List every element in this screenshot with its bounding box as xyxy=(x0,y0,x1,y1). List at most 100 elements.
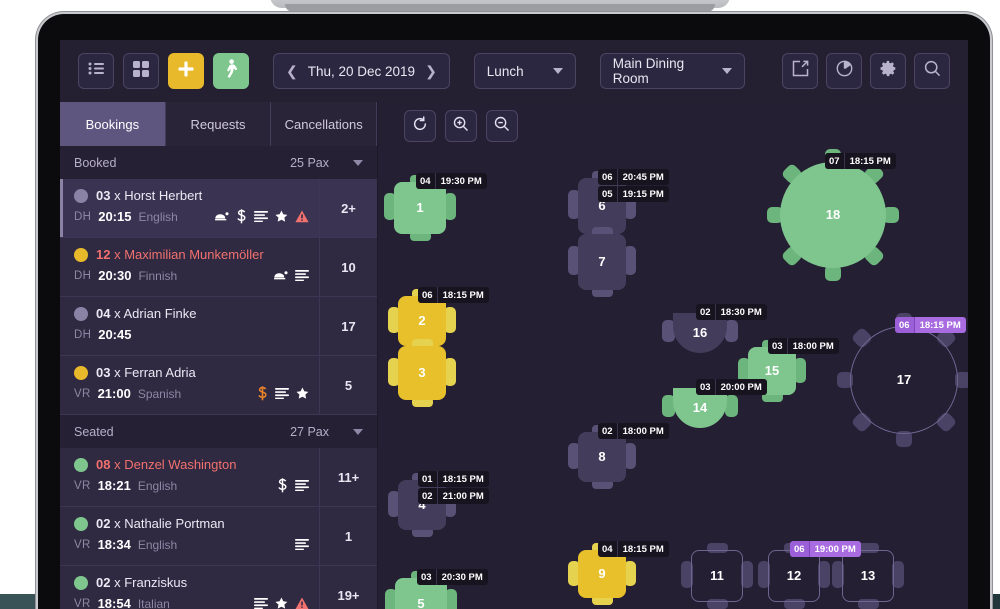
floor-table-7[interactable]: 7 xyxy=(568,227,636,297)
edit-button[interactable] xyxy=(782,53,818,89)
notes-icon[interactable] xyxy=(295,539,309,550)
table-reservation-chip[interactable]: 03 20:00 PM xyxy=(696,379,767,395)
chip-time: 21:00 PM xyxy=(437,488,489,504)
table-reservation-chip[interactable]: 02 21:00 PM xyxy=(418,488,489,504)
table-reservation-chip[interactable]: 04 19:30 PM xyxy=(416,173,487,189)
chevron-down-icon xyxy=(552,68,563,74)
group-title: Booked xyxy=(74,155,117,170)
floor-table-9[interactable]: 9 xyxy=(568,543,636,605)
reports-button[interactable] xyxy=(826,53,862,89)
chip-pax: 03 xyxy=(696,379,716,395)
floor-table-1[interactable]: 1 xyxy=(384,175,456,241)
booking-time: 18:54 xyxy=(97,596,131,609)
party-size: 08 xyxy=(96,457,111,472)
booking-row[interactable]: 02 x Franziskus VR 18:54 Italian 19+ xyxy=(60,566,377,609)
chip-pax: 02 xyxy=(598,423,618,439)
notes-icon[interactable] xyxy=(254,598,268,609)
table-assignment[interactable]: 17 xyxy=(319,297,377,355)
notes-icon[interactable] xyxy=(295,270,309,281)
dollar-icon[interactable] xyxy=(236,209,247,224)
tab-cancellations[interactable]: Cancellations xyxy=(271,102,378,146)
floor-table-17[interactable]: 17 xyxy=(837,313,968,447)
table-reservation-chip[interactable]: 03 18:00 PM xyxy=(768,338,839,354)
table-reservation-chip[interactable]: 06 19:00 PM xyxy=(790,541,861,557)
table-reservation-chip[interactable]: 04 18:15 PM xyxy=(598,541,669,557)
guest-name: 03 x Horst Herbert xyxy=(96,188,202,203)
booking-row[interactable]: 03 x Ferran Adria VR 21:00 Spanish 5 xyxy=(60,356,377,415)
booking-group-header-booked[interactable]: Booked 25 Pax xyxy=(60,146,377,179)
table-reservation-chip[interactable]: 06 20:45 PM xyxy=(598,169,669,185)
list-view-button[interactable] xyxy=(78,53,114,89)
refresh-button[interactable] xyxy=(404,110,436,142)
table-reservation-chip[interactable]: 06 18:15 PM xyxy=(418,287,489,303)
floor-canvas[interactable]: 1 04 19:30 PM 2 06 18:15 PM 3 4 01 18:15 PM 02 21:0… xyxy=(378,149,968,609)
screenshot-scene: ❮ Thu, 20 Dec 2019 ❯ Lunch Main Dining R… xyxy=(0,0,1000,609)
notes-icon[interactable] xyxy=(295,480,309,491)
party-size: 12 xyxy=(96,247,111,262)
warning-icon[interactable] xyxy=(295,597,309,609)
booking-group-header-seated[interactable]: Seated 27 Pax xyxy=(60,415,377,448)
service-select[interactable]: Lunch xyxy=(473,53,576,89)
bookings-list: Booked 25 Pax 03 x Horst Herbert DH 20:15 Eng… xyxy=(60,146,377,609)
room-select[interactable]: Main Dining Room xyxy=(599,53,745,89)
next-day-button[interactable]: ❯ xyxy=(425,63,437,80)
prev-day-button[interactable]: ❮ xyxy=(286,63,298,80)
table-reservation-chip[interactable]: 02 18:00 PM xyxy=(598,423,669,439)
booking-row[interactable]: 03 x Horst Herbert DH 20:15 English 2+ xyxy=(60,179,377,238)
tab-bookings[interactable]: Bookings xyxy=(60,102,166,146)
dollar-orange-icon[interactable] xyxy=(257,386,268,401)
floor-table-13[interactable]: 13 xyxy=(832,543,904,609)
search-button[interactable] xyxy=(914,53,950,89)
star-icon[interactable] xyxy=(296,387,309,400)
zoom-out-button[interactable] xyxy=(486,110,518,142)
zoom-out-icon xyxy=(494,116,510,137)
notes-icon[interactable] xyxy=(254,211,268,222)
chip-pax: 06 xyxy=(895,317,915,333)
grid-view-button[interactable] xyxy=(123,53,159,89)
table-assignment[interactable]: 10 xyxy=(319,238,377,296)
table-reservation-chip[interactable]: 06 18:15 PM xyxy=(895,317,966,333)
sofa-icon[interactable] xyxy=(214,211,229,222)
table-reservation-chip[interactable]: 01 18:15 PM xyxy=(418,471,489,487)
table-reservation-chip[interactable]: 02 18:30 PM xyxy=(696,304,767,320)
dollar-icon[interactable] xyxy=(277,478,288,493)
chip-time: 18:15 PM xyxy=(437,287,489,303)
table-assignment[interactable]: 2+ xyxy=(319,179,377,237)
settings-button[interactable] xyxy=(870,53,906,89)
status-dot xyxy=(74,516,88,531)
floor-table-11[interactable]: 11 xyxy=(681,543,753,609)
guest-language: English xyxy=(138,209,178,224)
add-booking-button[interactable] xyxy=(168,53,204,89)
booking-row[interactable]: 08 x Denzel Washington VR 18:21 English 11+ xyxy=(60,448,377,507)
table-assignment[interactable]: 11+ xyxy=(319,448,377,506)
star-icon[interactable] xyxy=(275,210,288,223)
guest-name-text: Maximilian Munkemöller xyxy=(124,247,264,262)
chip-time: 18:00 PM xyxy=(787,338,839,354)
booking-row[interactable]: 04 x Adrian Finke DH 20:45 17 xyxy=(60,297,377,356)
table-assignment[interactable]: 19+ xyxy=(319,566,377,609)
table-assignment[interactable]: 5 xyxy=(319,356,377,414)
floor-table-18[interactable]: 18 xyxy=(767,149,899,281)
booking-row[interactable]: 02 x Nathalie Portman VR 18:34 English 1 xyxy=(60,507,377,566)
table-number: 14 xyxy=(692,400,708,415)
staff-initials: VR xyxy=(74,538,91,551)
warning-icon[interactable] xyxy=(295,210,309,223)
date-picker[interactable]: ❮ Thu, 20 Dec 2019 ❯ xyxy=(273,53,450,89)
table-reservation-chip[interactable]: 07 18:15 PM xyxy=(825,153,896,169)
floor-table-8[interactable]: 8 xyxy=(568,425,636,489)
booking-row[interactable]: 12 x Maximilian Munkemöller DH 20:30 Finnis… xyxy=(60,238,377,297)
grid-icon xyxy=(133,60,149,82)
floor-table-12[interactable]: 12 xyxy=(758,543,830,609)
star-icon[interactable] xyxy=(275,597,288,609)
zoom-in-button[interactable] xyxy=(445,110,477,142)
chip-time: 20:00 PM xyxy=(715,379,767,395)
table-reservation-chip[interactable]: 05 19:15 PM xyxy=(598,186,669,202)
floor-table-3[interactable]: 3 xyxy=(388,339,456,407)
notes-icon[interactable] xyxy=(275,388,289,399)
walk-in-button[interactable] xyxy=(213,53,249,89)
table-reservation-chip[interactable]: 03 20:30 PM xyxy=(417,569,488,585)
tab-requests[interactable]: Requests xyxy=(166,102,272,146)
sofa-icon[interactable] xyxy=(273,270,288,281)
table-assignment[interactable]: 1 xyxy=(319,507,377,565)
guest-name-text: Nathalie Portman xyxy=(124,516,225,531)
